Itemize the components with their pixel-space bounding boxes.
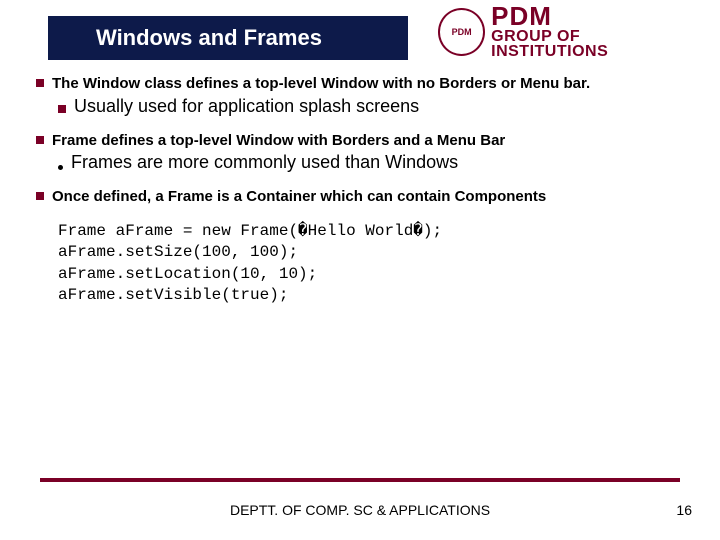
logo-line2: GROUP OF INSTITUTIONS [491,29,698,59]
title-bar: Windows and Frames [48,16,408,60]
sub-bullet-text: Usually used for application splash scre… [74,96,419,117]
logo-seal-icon: PDM [438,8,485,56]
logo-text: PDM GROUP OF INSTITUTIONS [491,4,698,59]
square-bullet-icon [58,105,66,113]
bullet-text: Frame defines a top-level Window with Bo… [52,131,505,151]
square-bullet-icon [36,136,44,144]
list-item: Frame defines a top-level Window with Bo… [36,131,686,174]
list-item: Once defined, a Frame is a Container whi… [36,187,686,307]
footer-divider [40,478,680,482]
slide-body: The Window class defines a top-level Win… [36,74,686,321]
sub-bullet-text: Frames are more commonly used than Windo… [71,152,458,173]
square-bullet-icon [36,192,44,200]
bullet-list: The Window class defines a top-level Win… [36,74,686,307]
square-bullet-icon [36,79,44,87]
bullet-text: The Window class defines a top-level Win… [52,74,590,94]
page-number: 16 [676,502,692,518]
bullet-text: Once defined, a Frame is a Container whi… [52,187,546,207]
code-block: Frame aFrame = new Frame(�Hello World�);… [58,221,686,307]
dot-bullet-icon [58,165,63,170]
list-item: The Window class defines a top-level Win… [36,74,686,117]
logo-line1: PDM [491,4,698,29]
institution-logo: PDM PDM GROUP OF INSTITUTIONS [438,4,698,60]
footer-text: DEPTT. OF COMP. SC & APPLICATIONS [0,502,720,518]
slide-title: Windows and Frames [96,25,322,51]
